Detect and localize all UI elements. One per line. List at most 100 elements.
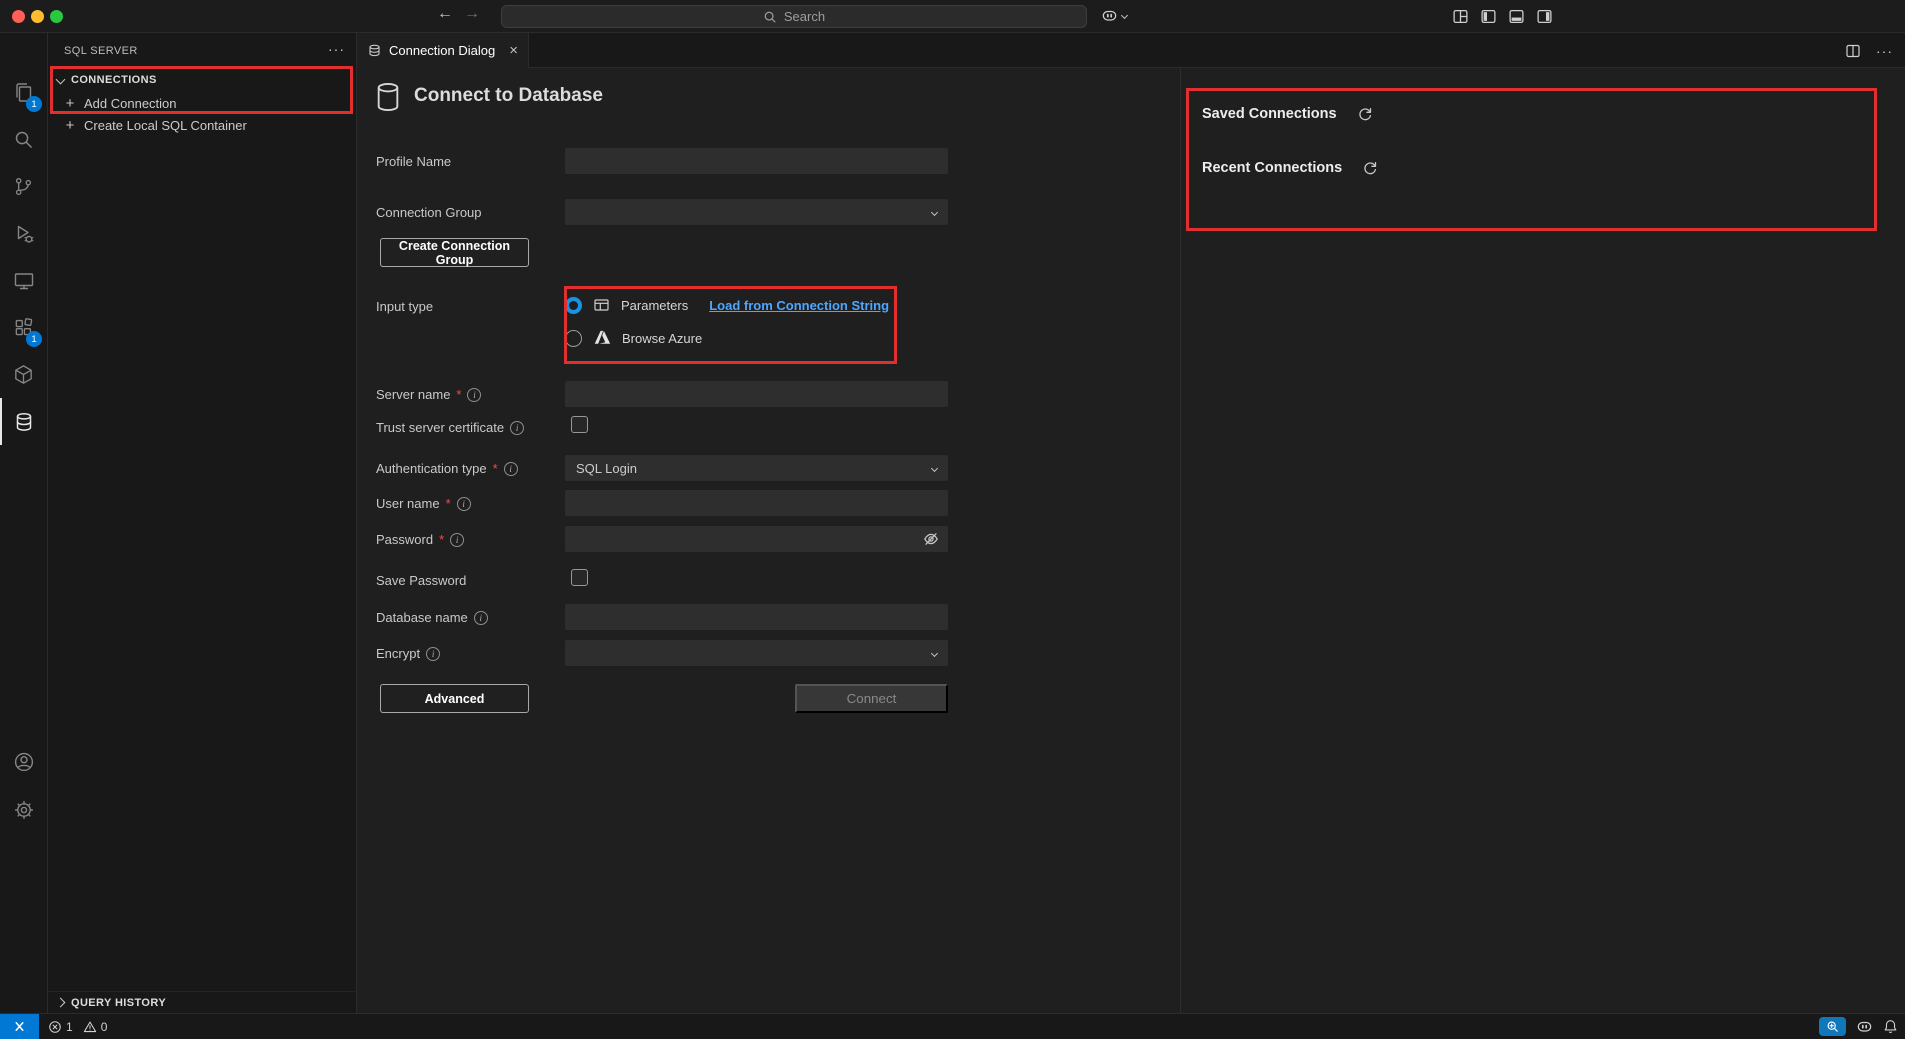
tab-connection-dialog[interactable]: Connection Dialog × xyxy=(357,33,529,68)
webview-divider xyxy=(1180,68,1181,1013)
chevron-down-icon xyxy=(931,208,938,215)
remote-indicator[interactable] xyxy=(0,1014,39,1039)
extensions-icon[interactable]: 1 xyxy=(0,304,47,351)
zoom-in-icon xyxy=(1826,1020,1839,1033)
server-name-input[interactable] xyxy=(565,381,948,407)
toggle-panel-icon[interactable] xyxy=(1508,8,1525,25)
search-view-icon[interactable] xyxy=(0,116,47,163)
authentication-type-select[interactable]: SQL Login xyxy=(565,455,948,481)
advanced-button[interactable]: Advanced xyxy=(380,684,529,713)
connect-button[interactable]: Connect xyxy=(795,684,948,713)
trust-certificate-label: Trust server certificate i xyxy=(376,419,524,436)
customize-layout-icon[interactable] xyxy=(1452,8,1469,25)
tab-bar: Connection Dialog × ··· xyxy=(357,33,1905,68)
create-connection-group-button[interactable]: Create Connection Group xyxy=(380,238,529,267)
sql-server-view-icon[interactable] xyxy=(0,398,47,445)
navigate-back-icon[interactable]: ← xyxy=(437,5,453,23)
settings-gear-icon[interactable] xyxy=(0,786,47,833)
window-minimize-button[interactable] xyxy=(31,10,44,23)
search-label: Search xyxy=(784,9,825,24)
error-icon xyxy=(48,1020,62,1034)
layout-controls xyxy=(1452,8,1553,25)
copilot-menu[interactable] xyxy=(1101,7,1127,24)
user-name-input[interactable] xyxy=(565,490,948,516)
encrypt-select[interactable] xyxy=(565,640,948,666)
tab-close-icon[interactable]: × xyxy=(509,42,518,59)
recent-connections-section: Recent Connections xyxy=(1202,158,1378,178)
saved-connections-refresh-button[interactable] xyxy=(1357,106,1373,122)
info-icon[interactable]: i xyxy=(426,647,440,661)
recent-connections-refresh-button[interactable] xyxy=(1362,160,1378,176)
explorer-badge: 1 xyxy=(26,96,42,112)
toggle-primary-sidebar-icon[interactable] xyxy=(1480,8,1497,25)
chevron-down-icon xyxy=(931,649,938,656)
status-bar-right xyxy=(1819,1017,1898,1036)
split-editor-icon[interactable] xyxy=(1845,43,1861,59)
search-icon xyxy=(763,10,777,24)
browse-azure-label: Browse Azure xyxy=(622,331,702,346)
profile-name-input[interactable] xyxy=(565,148,948,174)
sidebar-title: SQL SERVER xyxy=(64,45,138,57)
toggle-secondary-sidebar-icon[interactable] xyxy=(1536,8,1553,25)
accounts-icon[interactable] xyxy=(0,738,47,785)
required-asterisk: * xyxy=(456,387,461,402)
load-from-connection-string-link[interactable]: Load from Connection String xyxy=(709,298,889,313)
activity-bar: 1 1 xyxy=(0,33,48,1013)
authentication-type-value: SQL Login xyxy=(576,461,637,476)
connection-group-select[interactable] xyxy=(565,199,948,225)
recent-connections-label: Recent Connections xyxy=(1202,160,1342,176)
window-zoom-button[interactable] xyxy=(50,10,63,23)
add-connection-item[interactable]: + Add Connection xyxy=(48,92,356,114)
command-center-search[interactable]: Search xyxy=(501,5,1087,28)
zoom-status-button[interactable] xyxy=(1819,1017,1846,1036)
parameters-table-icon xyxy=(593,297,610,313)
source-control-icon[interactable] xyxy=(0,163,47,210)
remote-explorer-icon[interactable] xyxy=(0,257,47,304)
window-close-button[interactable] xyxy=(12,10,25,23)
copilot-icon xyxy=(1101,7,1118,24)
copilot-status-icon[interactable] xyxy=(1856,1018,1873,1035)
saved-connections-section: Saved Connections xyxy=(1202,104,1373,124)
editor-more-actions-icon[interactable]: ··· xyxy=(1876,43,1893,59)
trust-certificate-checkbox[interactable] xyxy=(571,416,588,433)
info-icon[interactable]: i xyxy=(457,497,471,511)
save-password-checkbox[interactable] xyxy=(571,569,588,586)
refresh-icon xyxy=(1357,106,1373,122)
editor-actions: ··· xyxy=(1845,33,1893,68)
password-reveal-toggle[interactable] xyxy=(923,531,939,547)
chevron-down-icon xyxy=(1121,12,1128,19)
info-icon[interactable]: i xyxy=(474,611,488,625)
database-name-input[interactable] xyxy=(565,604,948,630)
browse-azure-radio[interactable] xyxy=(565,330,582,347)
tab-label: Connection Dialog xyxy=(389,43,495,58)
save-password-label: Save Password xyxy=(376,572,466,589)
chevron-down-icon xyxy=(56,75,66,85)
editor-area: Connection Dialog × ··· Connect to Datab… xyxy=(357,33,1905,1013)
connection-dialog-tab-icon xyxy=(367,43,382,58)
query-history-section-header[interactable]: QUERY HISTORY xyxy=(48,991,356,1013)
explorer-icon[interactable]: 1 xyxy=(0,69,47,116)
notifications-bell-icon[interactable] xyxy=(1883,1019,1898,1034)
run-debug-icon[interactable] xyxy=(0,210,47,257)
connection-dialog-webview: Connect to Database Profile Name Connect… xyxy=(357,68,1905,1013)
info-icon[interactable]: i xyxy=(510,421,524,435)
sidebar-header: SQL SERVER ··· xyxy=(48,33,356,68)
authentication-type-label: Authentication type * i xyxy=(376,460,518,477)
chevron-right-icon xyxy=(56,998,66,1008)
create-local-sql-container-item[interactable]: + Create Local SQL Container xyxy=(48,114,356,136)
info-icon[interactable]: i xyxy=(450,533,464,547)
problems-indicator[interactable]: 1 0 xyxy=(48,1020,107,1034)
connections-section-header[interactable]: CONNECTIONS xyxy=(48,68,356,91)
containers-icon[interactable] xyxy=(0,351,47,398)
sidebar-more-actions-icon[interactable]: ··· xyxy=(328,41,345,57)
input-type-parameters-row: Parameters Load from Connection String xyxy=(565,296,889,314)
remote-icon xyxy=(12,1019,27,1034)
navigate-forward-icon[interactable]: → xyxy=(464,5,480,23)
plus-icon: + xyxy=(64,95,76,112)
password-input[interactable] xyxy=(565,526,948,552)
password-label: Password * i xyxy=(376,531,464,548)
info-icon[interactable]: i xyxy=(504,462,518,476)
info-icon[interactable]: i xyxy=(467,388,481,402)
parameters-radio[interactable] xyxy=(565,297,582,314)
profile-name-label: Profile Name xyxy=(376,153,451,170)
